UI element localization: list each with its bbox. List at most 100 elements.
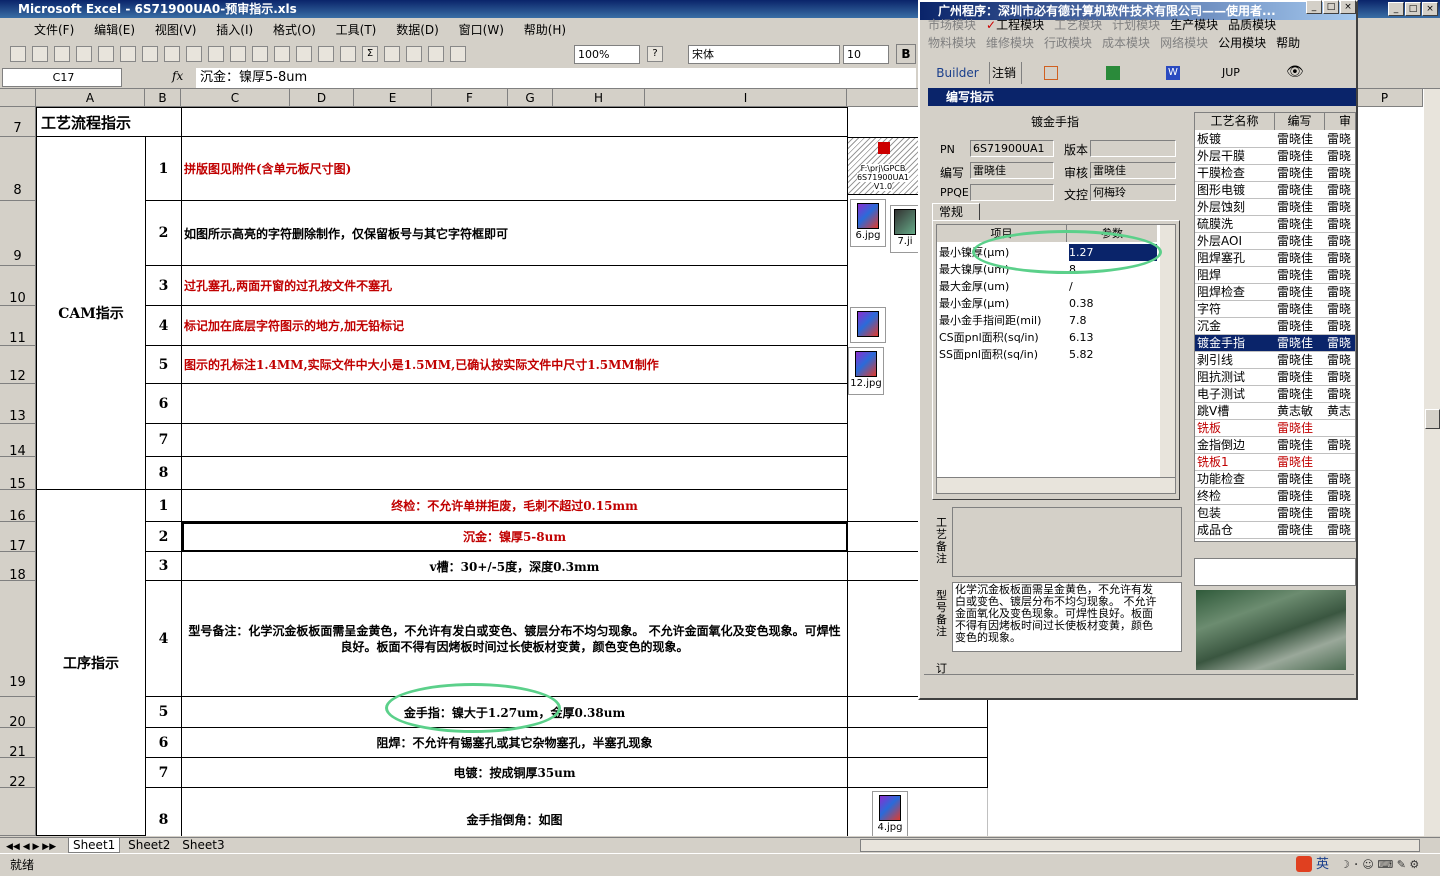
module-engineering[interactable]: 工程模块 <box>996 18 1044 32</box>
maximize-icon[interactable]: □ <box>1405 2 1421 16</box>
zoom-select[interactable]: 100% <box>574 45 640 64</box>
col-header-g[interactable]: G <box>508 89 553 107</box>
autosum-icon[interactable]: Σ <box>362 46 378 62</box>
header-blank-cell[interactable] <box>182 107 848 137</box>
spelling-icon[interactable] <box>164 46 180 62</box>
close-icon[interactable]: × <box>1422 2 1438 16</box>
permission-icon[interactable] <box>76 46 92 62</box>
cam-text-8[interactable] <box>182 457 848 490</box>
param-vscroll[interactable] <box>1159 225 1175 477</box>
menu-tools[interactable]: 工具(T) <box>336 23 377 37</box>
col-header-i[interactable]: I <box>645 89 847 107</box>
row-header-10[interactable]: 10 <box>0 266 36 306</box>
pn-field[interactable]: 6S71900UA1 <box>970 140 1054 157</box>
bold-button[interactable]: B <box>896 44 916 64</box>
col-header-f[interactable]: F <box>432 89 508 107</box>
param-value[interactable]: 5.82 <box>1069 346 1157 363</box>
process-row[interactable]: 阻焊检查 雷晓佳 雷晓 <box>1195 284 1355 301</box>
reviewer-field[interactable]: 雷晓佳 <box>1090 162 1176 179</box>
row-header-12[interactable]: 12 <box>0 346 36 384</box>
tab-nav-icon[interactable]: ◀◀ ◀ ▶ ▶▶ <box>6 842 56 852</box>
process-row[interactable]: 外层干膜 雷晓佳 雷晓 <box>1195 148 1355 165</box>
proc-text-1[interactable]: 终检：不允许单拼拒废，毛刺不超过0.15mm <box>182 490 848 522</box>
process-row[interactable]: 包装 雷晓佳 雷晓 <box>1195 505 1355 522</box>
header-cell[interactable]: 工艺流程指示 <box>36 107 182 137</box>
redo-icon[interactable] <box>318 46 334 62</box>
view-eye-icon[interactable]: 👁 <box>1286 64 1304 80</box>
cam-text-2[interactable]: 如图所示高亮的字符删除制作，仅保留板号与其它字符框即可 <box>182 201 848 266</box>
proc-num-7[interactable]: 7 <box>146 758 182 788</box>
module-material[interactable]: 物料模块 <box>928 36 976 50</box>
proc-num-4[interactable]: 4 <box>146 581 182 697</box>
cam-num-7[interactable]: 7 <box>146 424 182 457</box>
row-header-21[interactable]: 21 <box>0 728 36 760</box>
builder-button[interactable]: Builder <box>926 62 990 84</box>
sort-asc-icon[interactable] <box>384 46 400 62</box>
process-row[interactable]: 板镀 雷晓佳 雷晓 <box>1195 131 1355 148</box>
cut-icon[interactable] <box>208 46 224 62</box>
scroll-thumb[interactable] <box>1425 409 1440 429</box>
new-icon[interactable] <box>10 46 26 62</box>
app-minimize-icon[interactable]: _ <box>1306 0 1322 14</box>
formula-input[interactable]: 沉金：镍厚5-8um <box>196 68 916 88</box>
proc-header-name[interactable]: 工艺名称 <box>1195 113 1275 130</box>
param-row[interactable]: 最小金厚(μm) 0.38 <box>937 295 1157 312</box>
module-cost[interactable]: 成本模块 <box>1102 36 1150 50</box>
proc-text-2-selected[interactable]: 沉金：镍厚5-8um <box>182 522 848 552</box>
doc-field[interactable]: 何梅玲 <box>1090 184 1176 201</box>
hyperlink-icon[interactable] <box>340 46 356 62</box>
col-header-p[interactable]: P <box>1347 89 1423 107</box>
logout-button[interactable]: 注销 <box>992 62 1022 84</box>
module-production[interactable]: 生产模块 <box>1170 18 1218 32</box>
remark-field[interactable] <box>952 507 1182 577</box>
proc-num-3[interactable]: 3 <box>146 552 182 581</box>
proc-header-review[interactable]: 审 <box>1325 113 1355 130</box>
drawing-icon[interactable] <box>450 46 466 62</box>
menu-data[interactable]: 数据(D) <box>396 23 439 37</box>
process-row[interactable]: 外层蚀刻 雷晓佳 雷晓 <box>1195 199 1355 216</box>
param-row[interactable]: CS面pnl面积(sq/in) 6.13 <box>937 329 1157 346</box>
row-header-8[interactable]: 8 <box>0 137 36 201</box>
proc-text-8[interactable]: 金手指倒角：如图 <box>182 788 848 836</box>
row-header-19[interactable]: 19 <box>0 581 36 697</box>
preview-icon[interactable] <box>142 46 158 62</box>
attachment-4jpg[interactable]: 4.jpg <box>872 791 908 836</box>
process-row[interactable]: 干膜检查 雷晓佳 雷晓 <box>1195 165 1355 182</box>
proc-text-6[interactable]: 阻焊：不允许有锡塞孔或其它杂物塞孔，半塞孔现象 <box>182 728 848 758</box>
process-row[interactable]: 图形电镀 雷晓佳 雷晓 <box>1195 182 1355 199</box>
cam-text-4[interactable]: 标记加在底层字符图示的地方,加无铅标记 <box>182 306 848 346</box>
process-row[interactable]: 字符 雷晓佳 雷晓 <box>1195 301 1355 318</box>
process-row[interactable]: 沉金 雷晓佳 雷晓 <box>1195 318 1355 335</box>
row-header-11[interactable]: 11 <box>0 306 36 346</box>
row-header-15[interactable]: 15 <box>0 457 36 492</box>
sort-desc-icon[interactable] <box>406 46 422 62</box>
cam-num-2[interactable]: 2 <box>146 201 182 266</box>
param-hscroll[interactable] <box>937 477 1175 493</box>
module-quality[interactable]: 品质模块 <box>1228 18 1276 32</box>
param-value[interactable]: 7.8 <box>1069 312 1157 329</box>
process-list[interactable]: 工艺名称 编写 审 板镀 雷晓佳 雷晓 外层干膜 雷晓佳 雷晓 干膜检查 雷晓佳 雷晓 图形电镀雷… <box>1194 112 1356 542</box>
module-plan[interactable]: 计划模块 <box>1112 18 1160 32</box>
menu-format[interactable]: 格式(O) <box>273 23 316 37</box>
cam-num-6[interactable]: 6 <box>146 384 182 424</box>
param-row[interactable]: SS面pnl面积(sq/in) 5.82 <box>937 346 1157 363</box>
param-row[interactable]: 最大金厚(um) / <box>937 278 1157 295</box>
version-field[interactable] <box>1090 140 1176 157</box>
row-header-20[interactable]: 20 <box>0 697 36 730</box>
col-header-b[interactable]: B <box>145 89 181 107</box>
menu-insert[interactable]: 插入(I) <box>216 23 253 37</box>
excel-export-icon[interactable] <box>1106 66 1120 80</box>
process-row[interactable]: 镀金手指 雷晓佳 雷晓 <box>1195 335 1355 352</box>
ime-logo-icon[interactable] <box>1296 856 1312 872</box>
row-header-16[interactable]: 16 <box>0 490 36 524</box>
cam-text-5[interactable]: 图示的孔标注1.4MM,实际文件中大小是1.5MM,已确认按实际文件中尺寸1.5… <box>182 346 848 384</box>
module-repair[interactable]: 维修模块 <box>986 36 1034 50</box>
proc-num-5[interactable]: 5 <box>146 697 182 728</box>
right-cell[interactable] <box>848 728 988 758</box>
proc-text-4[interactable]: 型号备注：化学沉金板板面需呈金黄色，不允许有发白或变色、镀层分布不均匀现象。 不… <box>182 581 848 697</box>
cam-text-3[interactable]: 过孔塞孔,两面开窗的过孔按文件不塞孔 <box>182 266 848 306</box>
process-row[interactable]: 跳V槽 黄志敏 黄志 <box>1195 403 1355 420</box>
param-row[interactable]: 最小金手指间距(mil) 7.8 <box>937 312 1157 329</box>
open-icon[interactable] <box>32 46 48 62</box>
menu-file[interactable]: 文件(F) <box>34 23 74 37</box>
